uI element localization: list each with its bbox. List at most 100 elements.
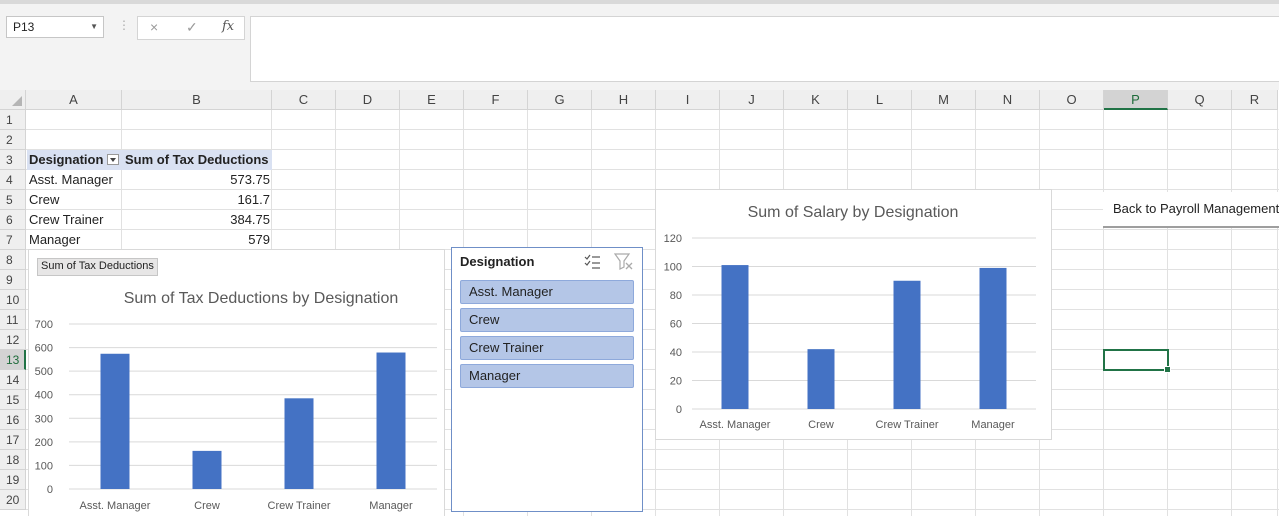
y-tick-label: 600: [35, 343, 53, 355]
gridline: [1231, 110, 1232, 516]
bar: [807, 349, 835, 409]
pivot-row-value[interactable]: 161.7: [123, 190, 270, 210]
bar: [376, 352, 406, 489]
chart-title: Sum of Salary by Designation: [748, 204, 959, 221]
row-header-7[interactable]: 7: [0, 230, 26, 250]
column-header-n[interactable]: N: [976, 90, 1040, 110]
slicer-item[interactable]: Manager: [460, 364, 634, 388]
name-box[interactable]: P13 ▼: [6, 16, 104, 38]
row-header-5[interactable]: 5: [0, 190, 26, 210]
column-header-a[interactable]: A: [26, 90, 122, 110]
pivot-header-value[interactable]: Sum of Tax Deductions: [123, 150, 272, 170]
row-header-10[interactable]: 10: [0, 290, 26, 310]
row-header-9[interactable]: 9: [0, 270, 26, 290]
row-header-17[interactable]: 17: [0, 430, 26, 450]
y-tick-label: 500: [35, 366, 53, 378]
column-header-h[interactable]: H: [592, 90, 656, 110]
x-tick-label: Manager: [369, 500, 413, 512]
enter-icon[interactable]: ✓: [186, 19, 198, 36]
bar: [721, 265, 749, 409]
slicer-item[interactable]: Asst. Manager: [460, 280, 634, 304]
x-tick-label: Asst. Manager: [80, 500, 151, 512]
row-header-19[interactable]: 19: [0, 470, 26, 490]
bar: [192, 450, 222, 489]
pivot-header-label: Designation: [29, 152, 104, 167]
y-tick-label: 300: [35, 413, 53, 425]
row-header-14[interactable]: 14: [0, 370, 26, 390]
cancel-icon[interactable]: ×: [150, 19, 158, 35]
chevron-down-icon[interactable]: ▼: [90, 17, 98, 37]
fill-handle[interactable]: [1164, 366, 1171, 373]
row-header-8[interactable]: 8: [0, 250, 26, 270]
back-to-payroll-button[interactable]: Back to Payroll Management: [1103, 192, 1279, 228]
column-header-m[interactable]: M: [912, 90, 976, 110]
column-header-j[interactable]: J: [720, 90, 784, 110]
multi-select-icon[interactable]: [584, 254, 602, 270]
row-header-18[interactable]: 18: [0, 450, 26, 470]
x-tick-label: Manager: [971, 419, 1015, 431]
y-tick-label: 120: [664, 233, 682, 245]
pivot-header-designation[interactable]: Designation: [27, 150, 123, 170]
clear-filter-icon[interactable]: [614, 253, 634, 271]
column-header-i[interactable]: I: [656, 90, 720, 110]
row-header-15[interactable]: 15: [0, 390, 26, 410]
formula-input[interactable]: [250, 16, 1279, 82]
row-header-3[interactable]: 3: [0, 150, 26, 170]
y-tick-label: 40: [670, 347, 682, 359]
column-header-e[interactable]: E: [400, 90, 464, 110]
column-header-o[interactable]: O: [1040, 90, 1104, 110]
x-tick-label: Crew: [808, 419, 834, 431]
row-header-11[interactable]: 11: [0, 310, 26, 330]
x-tick-label: Crew Trainer: [876, 419, 939, 431]
pivot-row-value[interactable]: 579: [123, 230, 270, 250]
pivot-row-label[interactable]: Manager: [29, 230, 80, 250]
row-header-1[interactable]: 1: [0, 110, 26, 130]
column-header-b[interactable]: B: [122, 90, 272, 110]
column-header-l[interactable]: L: [848, 90, 912, 110]
formula-bar: P13 ▼ ⋮ × ✓ fx: [0, 4, 1279, 90]
row-header-13[interactable]: 13: [0, 350, 26, 370]
column-header-c[interactable]: C: [272, 90, 336, 110]
salary-chart[interactable]: Sum of Salary by Designation 0 20 40 60 80 100…: [655, 189, 1052, 440]
insert-function-icon[interactable]: fx: [222, 19, 234, 34]
column-header-k[interactable]: K: [784, 90, 848, 110]
column-header-f[interactable]: F: [464, 90, 528, 110]
bar: [893, 280, 921, 409]
filter-dropdown-icon[interactable]: [107, 154, 119, 165]
gridline: [1103, 110, 1104, 516]
y-tick-label: 80: [670, 290, 682, 302]
column-header-d[interactable]: D: [336, 90, 400, 110]
column-header-p[interactable]: P: [1104, 90, 1168, 110]
pivot-row-label[interactable]: Crew Trainer: [29, 210, 103, 230]
row-header-6[interactable]: 6: [0, 210, 26, 230]
pivot-row-value[interactable]: 573.75: [123, 170, 270, 190]
more-options-icon[interactable]: ⋮: [118, 18, 130, 32]
select-all-button[interactable]: [0, 90, 26, 110]
row-header-16[interactable]: 16: [0, 410, 26, 430]
column-header-q[interactable]: Q: [1168, 90, 1232, 110]
y-tick-label: 100: [35, 460, 53, 472]
row-header-4[interactable]: 4: [0, 170, 26, 190]
pivot-row-label[interactable]: Asst. Manager: [29, 170, 113, 190]
x-tick-label: Crew Trainer: [268, 500, 331, 512]
gridline: [1167, 110, 1168, 516]
row-header-20[interactable]: 20: [0, 490, 26, 510]
name-box-value: P13: [13, 20, 35, 34]
pivot-row-value[interactable]: 384.75: [123, 210, 270, 230]
row-header-12[interactable]: 12: [0, 330, 26, 350]
slicer-item[interactable]: Crew Trainer: [460, 336, 634, 360]
slicer-item[interactable]: Crew: [460, 308, 634, 332]
tax-deductions-chart[interactable]: Sum of Tax Deductions Sum of Tax Deducti…: [28, 249, 445, 516]
bar: [979, 267, 1007, 409]
y-tick-label: 700: [35, 319, 53, 331]
salary-chart-plot: Sum of Salary by Designation 0 20 40 60 80 100…: [664, 204, 1036, 431]
chart-title: Sum of Tax Deductions by Designation: [124, 290, 399, 307]
bar: [100, 353, 130, 489]
designation-slicer[interactable]: Designation Asst. Manager Crew Crew Trai…: [451, 247, 643, 512]
x-tick-label: Asst. Manager: [700, 419, 771, 431]
row-header-2[interactable]: 2: [0, 130, 26, 150]
pivot-row-label[interactable]: Crew: [29, 190, 59, 210]
column-header-r[interactable]: R: [1232, 90, 1278, 110]
column-header-g[interactable]: G: [528, 90, 592, 110]
active-cell-highlight[interactable]: [1103, 349, 1171, 373]
